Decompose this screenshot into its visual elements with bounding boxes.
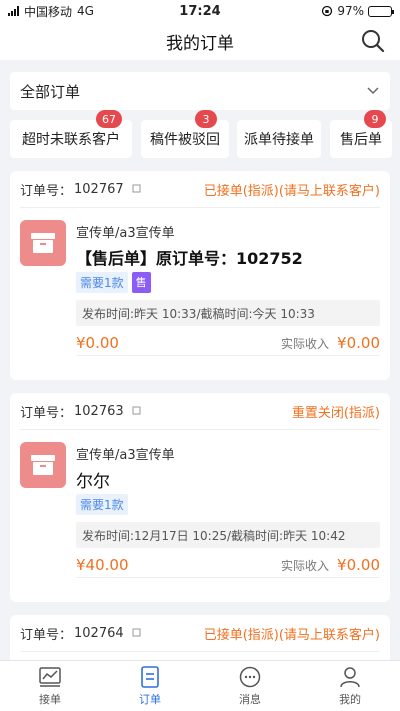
order-card-body: 宣传单/a3宣传单 【售后单】原订单号：102752 需要1款 售 发布时间:昨… (10, 208, 390, 368)
count-badge: 9 (364, 110, 386, 128)
bottom-tab-bar: 接单 订单 消息 我的 (0, 660, 400, 711)
order-card[interactable]: 订单号： 102763 重置关闭(指派) 宣传单/a3宣传单 尔尔 需要1款 发… (10, 393, 390, 602)
income-value: ¥0.00 (337, 334, 380, 352)
order-title: 【售后单】原订单号：102752 (76, 249, 303, 268)
status-bar: 中国移动 4G 17:24 97% (0, 0, 400, 22)
income-label: 实际收入 (281, 559, 330, 573)
order-icon (141, 666, 159, 688)
chip-label: 超时未联系客户 (22, 132, 120, 148)
product-type: 宣传单/a3宣传单 (76, 448, 175, 463)
copy-icon[interactable] (132, 184, 142, 194)
chart-icon (39, 667, 61, 687)
after-sales-tag: 售 (131, 272, 151, 293)
order-filter-select[interactable]: 全部订单 (10, 72, 390, 110)
quantity-tag: 需要1款 (76, 272, 128, 293)
order-number-label: 订单号： (20, 183, 73, 199)
battery-icon (368, 5, 394, 17)
chip-label: 派单待接单 (244, 132, 314, 148)
order-price: ¥40.00 (76, 556, 129, 574)
tab-orders[interactable]: 订单 (100, 661, 200, 711)
product-type: 宣传单/a3宣传单 (76, 226, 175, 241)
chip-label: 售后单 (340, 132, 382, 148)
divider (76, 355, 380, 356)
tab-label: 接单 (39, 693, 61, 706)
chip-draft-rejected[interactable]: 稿件被驳回 3 (141, 110, 229, 158)
battery-percent: 97% (337, 4, 364, 18)
order-number-label: 订单号： (20, 405, 73, 421)
order-number: 102763 (74, 403, 124, 419)
order-card-body: 宣传单/a3宣传单 尔尔 需要1款 发布时间:12月17日 10:25/截稿时间… (10, 430, 390, 590)
order-card-header: 订单号： 102763 重置关闭(指派) (20, 393, 380, 430)
tab-label: 订单 (139, 693, 161, 706)
order-number: 102767 (74, 181, 124, 197)
actual-income: 实际收入 ¥0.00 (281, 556, 380, 574)
product-thumbnail (20, 220, 66, 266)
nav-bar: 我的订单 (0, 22, 400, 60)
time-info: 发布时间:12月17日 10:25/截稿时间:昨天 10:42 (76, 522, 380, 548)
box-icon (31, 455, 55, 475)
tab-label: 消息 (239, 693, 261, 706)
tag-row: 需要1款 售 (76, 272, 151, 293)
tab-messages[interactable]: 消息 (200, 661, 300, 711)
time-info: 发布时间:昨天 10:33/截稿时间:今天 10:33 (76, 300, 380, 326)
tab-profile[interactable]: 我的 (300, 661, 400, 711)
income-value: ¥0.00 (337, 556, 380, 574)
tab-receive-orders[interactable]: 接单 (0, 661, 100, 711)
order-card-header: 订单号： 102764 已接单(指派)(请马上联系客户) (20, 615, 380, 652)
income-label: 实际收入 (281, 337, 330, 351)
chip-overdue-contact[interactable]: 超时未联系客户 67 (10, 110, 132, 158)
quantity-tag: 需要1款 (76, 494, 128, 515)
chevron-down-icon (367, 87, 379, 95)
copy-icon[interactable] (132, 406, 142, 416)
order-card[interactable]: 订单号： 102767 已接单(指派)(请马上联系客户) 宣传单/a3宣传单 【… (10, 171, 390, 380)
quick-filter-chips: 超时未联系客户 67 稿件被驳回 3 派单待接单 售后单 9 (0, 110, 400, 160)
search-icon[interactable] (360, 28, 386, 54)
order-number-label: 订单号： (20, 627, 73, 643)
box-icon (31, 233, 55, 253)
rotation-lock-icon (322, 5, 333, 17)
order-number: 102764 (74, 625, 124, 641)
count-badge: 67 (96, 110, 122, 128)
filter-selected-label: 全部订单 (20, 82, 81, 101)
order-status: 重置关闭(指派) (291, 405, 380, 421)
divider (76, 577, 380, 578)
user-icon (340, 667, 360, 688)
chat-icon (239, 666, 261, 688)
product-thumbnail (20, 442, 66, 488)
network-type: 4G (77, 4, 94, 18)
chip-after-sales[interactable]: 售后单 9 (330, 110, 392, 158)
count-badge: 3 (195, 110, 217, 128)
signal-icon (8, 6, 19, 16)
tab-label: 我的 (339, 693, 361, 706)
order-status: 已接单(指派)(请马上联系客户) (203, 627, 380, 643)
chip-pending-dispatch[interactable]: 派单待接单 (237, 120, 321, 158)
page-title: 我的订单 (166, 33, 234, 54)
order-status: 已接单(指派)(请马上联系客户) (203, 183, 380, 199)
carrier-name: 中国移动 (24, 4, 73, 19)
actual-income: 实际收入 ¥0.00 (281, 334, 380, 352)
order-card-header: 订单号： 102767 已接单(指派)(请马上联系客户) (20, 171, 380, 208)
copy-icon[interactable] (132, 628, 142, 638)
order-price: ¥0.00 (76, 334, 119, 352)
chip-label: 稿件被驳回 (150, 132, 220, 148)
tag-row: 需要1款 (76, 494, 128, 515)
order-title: 尔尔 (76, 472, 110, 492)
